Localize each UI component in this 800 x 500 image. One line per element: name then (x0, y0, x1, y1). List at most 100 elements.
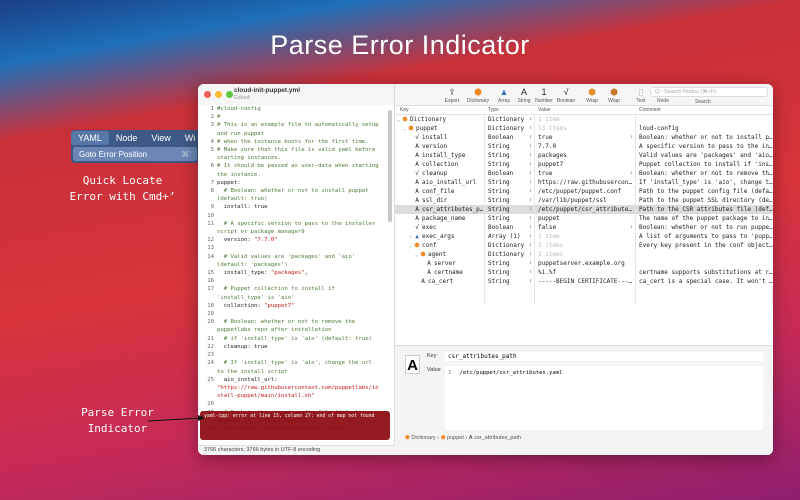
type-cell[interactable]: String ⇕ (485, 268, 535, 277)
code-editor[interactable]: 1 #cloud-config 2 #3 # This is an example fi… (198, 105, 388, 430)
type-stepper-icon[interactable]: ⇕ (529, 268, 532, 277)
comment-cell[interactable]: Boolean: whether or not to install puppe… (636, 133, 773, 142)
table-row[interactable]: Ainstall_type String ⇕ packages Valid values… (395, 151, 773, 160)
key-field[interactable]: csr_attributes_path (445, 352, 763, 361)
value-cell[interactable]: 2 items (535, 241, 636, 250)
value-cell[interactable]: true ⇕ (535, 133, 636, 142)
table-row[interactable]: Aaio_install_url String ⇕ https://raw.githu… (395, 178, 773, 187)
comment-cell[interactable]: Path to the puppet SSL directory (defaul… (636, 196, 773, 205)
comment-cell[interactable]: ca_cert is a special case. It won't be a… (636, 277, 773, 286)
comment-cell[interactable]: Valid values are 'packages' and 'aio' (d… (636, 151, 773, 160)
type-cell[interactable]: Array (1) ⇕ (485, 232, 535, 241)
type-cell[interactable]: String ⇕ (485, 142, 535, 151)
zoom-button[interactable] (226, 91, 233, 98)
value-cell[interactable]: puppet7 (535, 160, 636, 169)
type-stepper-icon[interactable]: ⇕ (529, 142, 532, 151)
parse-error-indicator[interactable]: yaml-cpp: error at line 15, column 27: e… (200, 411, 390, 440)
table-row[interactable]: Acollection String ⇕ puppet7 Puppet collecti… (395, 160, 773, 169)
table-row[interactable]: Aserver String ⇕ puppetserver.example.org (395, 259, 773, 268)
column-value[interactable]: Value (535, 106, 636, 114)
comment-cell[interactable]: Boolean: whether or not to remove the pu… (636, 169, 773, 178)
search-input[interactable]: Q~ Search Nodes (⌘+F) (650, 87, 768, 97)
type-cell[interactable]: Boolean ⇕ (485, 133, 535, 142)
type-stepper-icon[interactable]: ⇕ (529, 223, 532, 232)
boolean-stepper-icon[interactable]: ⇕ (630, 133, 633, 142)
menu-node[interactable]: Node (109, 133, 145, 143)
type-cell[interactable]: String ⇕ (485, 196, 535, 205)
value-cell[interactable]: /var/lib/puppet/ssl (535, 196, 636, 205)
comment-cell[interactable] (636, 115, 773, 124)
table-row[interactable]: Aversion String ⇕ 7.7.0 A specific version t… (395, 142, 773, 151)
toolbar-boolean-button[interactable]: √ Boolean (553, 87, 579, 104)
minimize-button[interactable] (215, 91, 222, 98)
comment-cell[interactable]: Boolean: whether or not to run puppet af… (636, 223, 773, 232)
type-stepper-icon[interactable]: ⇕ (529, 205, 532, 214)
column-key[interactable]: Key (395, 106, 485, 114)
type-stepper-icon[interactable]: ⇕ (529, 115, 532, 124)
toolbar-dictionary-button[interactable]: ⬢ Dictionary (465, 87, 491, 104)
comment-cell[interactable]: A specific version to pass to the instal… (636, 142, 773, 151)
table-row[interactable]: √ exec Boolean ⇕ false ⇕ Boolean: whether or n… (395, 223, 773, 232)
column-type[interactable]: Type (485, 106, 535, 114)
type-stepper-icon[interactable]: ⇕ (529, 277, 532, 286)
type-stepper-icon[interactable]: ⇕ (529, 214, 532, 223)
table-row[interactable]: Apackage_name String ⇕ puppet The name of th… (395, 214, 773, 223)
table-row[interactable]: Assl_dir String ⇕/var/lib/puppet/ssl Path t… (395, 196, 773, 205)
comment-cell[interactable]: Path to the puppet config file (default:… (636, 187, 773, 196)
comment-cell[interactable]: Every key present in the conf object wil… (636, 241, 773, 250)
value-cell[interactable]: puppetserver.example.org (535, 259, 636, 268)
comment-cell[interactable]: If 'install_type' is 'aio', change the u… (636, 178, 773, 187)
comment-cell[interactable]: loud-config (636, 124, 773, 133)
boolean-stepper-icon[interactable]: ⇕ (630, 223, 633, 232)
type-stepper-icon[interactable]: ⇕ (529, 196, 532, 205)
value-cell[interactable]: puppet (535, 214, 636, 223)
value-cell[interactable]: /etc/puppet/csr_attributes.yaml (535, 205, 636, 214)
type-cell[interactable]: Boolean ⇕ (485, 169, 535, 178)
table-row[interactable]: Acsr_attributes_path String ⇕ /etc/puppet/c… (395, 205, 773, 214)
type-cell[interactable]: String ⇕ (485, 205, 535, 214)
type-cell[interactable]: String ⇕ (485, 259, 535, 268)
menu-yaml[interactable]: YAML (71, 131, 109, 145)
comment-cell[interactable]: Path to the CSR attributes file (default… (636, 205, 773, 214)
toolbar-export-button[interactable]: ⇪ Export (439, 87, 465, 104)
table-row[interactable]: ⌄ ⬢ Dictionary Dictionary ⇕ 1 item (395, 115, 773, 124)
value-cell[interactable]: packages (535, 151, 636, 160)
comment-cell[interactable]: Puppet collection to install if 'install… (636, 160, 773, 169)
comment-cell[interactable] (636, 259, 773, 268)
value-cell[interactable]: false ⇕ (535, 223, 636, 232)
type-cell[interactable]: String ⇕ (485, 187, 535, 196)
value-cell[interactable]: https://raw.githubusercontent.com/puppet… (535, 178, 636, 187)
value-cell[interactable]: 7.7.0 (535, 142, 636, 151)
value-cell[interactable]: %i.%f (535, 268, 636, 277)
value-cell[interactable]: 2 items (535, 250, 636, 259)
toolbar-wrap-button[interactable]: ⬢ Wrap (601, 87, 627, 104)
type-stepper-icon[interactable]: ⇕ (529, 124, 532, 133)
goto-error-position-item[interactable]: Goto Error Position ⌘’ (73, 147, 197, 161)
breadcrumb-item[interactable]: puppet (447, 435, 464, 441)
type-cell[interactable]: Dictionary ⇕ (485, 241, 535, 250)
comment-cell[interactable]: The name of the puppet package to instal… (636, 214, 773, 223)
type-stepper-icon[interactable]: ⇕ (529, 241, 532, 250)
type-stepper-icon[interactable]: ⇕ (529, 232, 532, 241)
type-stepper-icon[interactable]: ⇕ (529, 187, 532, 196)
type-stepper-icon[interactable]: ⇕ (529, 160, 532, 169)
table-row[interactable]: Aconf_file String ⇕/etc/puppet/puppet.conf… (395, 187, 773, 196)
table-row[interactable]: Aca_cert String ⇕ -----BEGIN CERTIFICATE---… (395, 277, 773, 286)
value-cell[interactable]: 1 item (535, 232, 636, 241)
table-row[interactable]: › ▲ exec_args Array (1) ⇕ 1 item A list of arg… (395, 232, 773, 241)
type-cell[interactable]: String ⇕ (485, 277, 535, 286)
value-cell[interactable]: true ⇕ (535, 169, 636, 178)
table-row[interactable]: ⌄ ⬢ agent Dictionary ⇕ 2 items (395, 250, 773, 259)
type-stepper-icon[interactable]: ⇕ (529, 250, 532, 259)
table-row[interactable]: Acertname String ⇕ %i.%f certname supports s… (395, 268, 773, 277)
type-cell[interactable]: String ⇕ (485, 160, 535, 169)
type-cell[interactable]: String ⇕ (485, 151, 535, 160)
value-cell[interactable]: /etc/puppet/puppet.conf (535, 187, 636, 196)
breadcrumb-item[interactable]: csr_attributes_path (474, 435, 521, 441)
editor-scrollbar[interactable] (388, 110, 392, 222)
table-row[interactable]: ⌄ ⬢ puppet Dictionary ⇕ 13 items loud-config (395, 124, 773, 133)
value-cell[interactable]: 1 item (535, 115, 636, 124)
type-stepper-icon[interactable]: ⇕ (529, 178, 532, 187)
type-cell[interactable]: Dictionary ⇕ (485, 124, 535, 133)
value-field[interactable]: 1 /etc/puppet/csr_attributes.yaml (445, 366, 763, 430)
